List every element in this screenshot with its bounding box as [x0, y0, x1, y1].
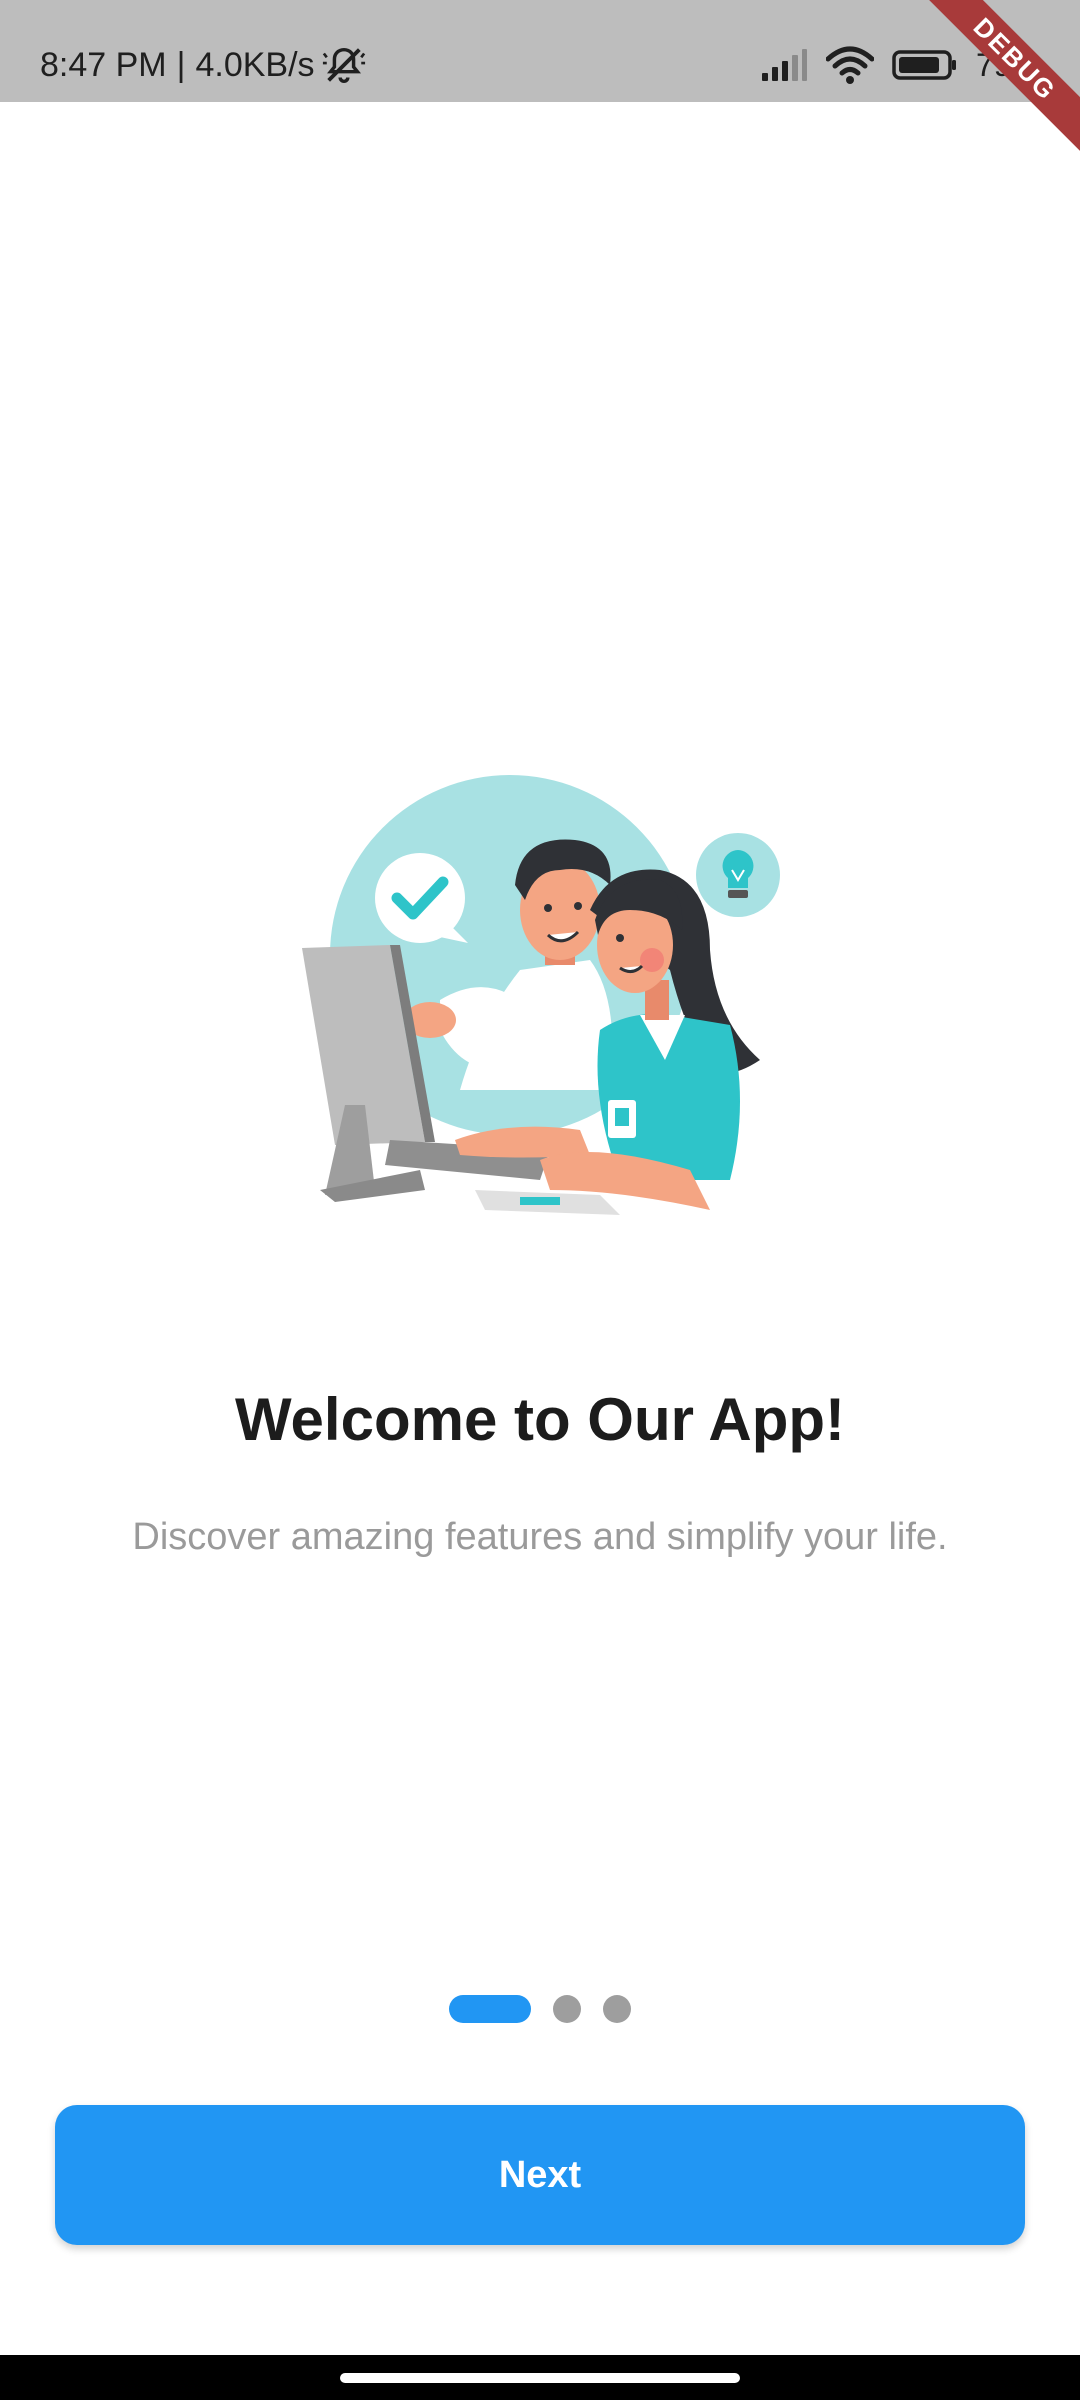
- next-button[interactable]: Next: [55, 2105, 1025, 2245]
- home-gesture-pill[interactable]: [340, 2373, 740, 2383]
- battery-percentage: 79%: [975, 46, 1040, 83]
- system-navigation-bar: [0, 2355, 1080, 2400]
- mute-icon: [322, 47, 365, 83]
- onboarding-subtitle: Discover amazing features and simplify y…: [132, 1516, 948, 1558]
- onboarding-screen: 8:47 PM | 4.0KB/s 79% DEBUG Welcome to O…: [0, 0, 1080, 2400]
- signal-icon: [761, 49, 807, 81]
- status-time: 8:47 PM: [40, 45, 167, 84]
- page-dot-2[interactable]: [553, 1995, 581, 2023]
- battery-icon: [892, 50, 956, 80]
- page-dot-1-active[interactable]: [449, 1995, 531, 2023]
- page-dot-3[interactable]: [603, 1995, 631, 2023]
- status-bar: 8:47 PM | 4.0KB/s 79%: [0, 0, 1080, 102]
- status-bar-left: 8:47 PM | 4.0KB/s: [40, 0, 367, 130]
- status-separator: |: [176, 45, 186, 84]
- next-button-label: Next: [498, 2153, 582, 2196]
- wifi-icon: [825, 46, 874, 84]
- onboarding-illustration: [302, 775, 780, 1215]
- status-bar-right: 79%: [760, 0, 1040, 130]
- network-speed: 4.0KB/s: [195, 45, 315, 84]
- page-indicator: [0, 1995, 1080, 2023]
- onboarding-title: Welcome to Our App!: [234, 1386, 846, 1453]
